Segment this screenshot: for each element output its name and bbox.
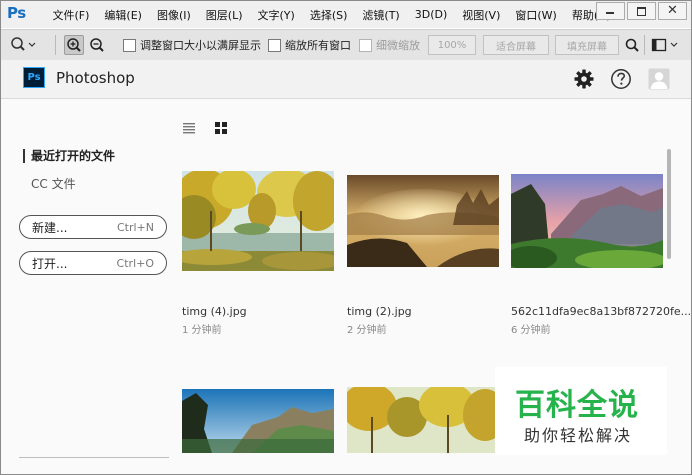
file-thumbnail[interactable] <box>182 389 334 453</box>
app-logo: Ps <box>7 4 26 22</box>
file-thumbnail[interactable] <box>347 387 499 453</box>
avatar-icon[interactable] <box>648 68 670 90</box>
menu-items: 文件(F) 编辑(E) 图像(I) 图层(L) 文字(Y) 选择(S) 滤镜(T… <box>45 1 618 28</box>
photoshop-badge-icon: Ps <box>23 67 45 88</box>
thumbnail-image <box>182 389 334 453</box>
file-time: 6 分钟前 <box>511 325 551 336</box>
open-button[interactable]: 打开... Ctrl+O <box>19 251 167 275</box>
menu-type[interactable]: 文字(Y) <box>250 7 302 23</box>
menu-edit[interactable]: 编辑(E) <box>97 7 150 23</box>
file-name[interactable]: timg (2).jpg <box>347 305 412 318</box>
open-button-label: 打开... <box>32 256 68 271</box>
menu-view[interactable]: 视图(V) <box>455 7 508 23</box>
thumbnail-image <box>511 174 663 268</box>
scrubby-zoom-label: 细微缩放 <box>376 39 420 52</box>
watermark-title: 百科全说 <box>515 388 639 423</box>
separator <box>55 35 56 55</box>
zoom-out-button[interactable] <box>87 35 107 55</box>
minimize-button[interactable] <box>596 2 625 20</box>
open-button-shortcut: Ctrl+O <box>116 256 154 270</box>
new-button-shortcut: Ctrl+N <box>116 220 154 234</box>
resize-windows-option[interactable]: 调整窗口大小以满屏显示 <box>123 30 261 60</box>
zoom-all-windows-label: 缩放所有窗口 <box>285 39 351 52</box>
resize-windows-label: 调整窗口大小以满屏显示 <box>140 39 261 52</box>
thumbnail-image <box>347 387 499 453</box>
workspace-switcher[interactable] <box>651 30 681 60</box>
menu-select[interactable]: 选择(S) <box>302 7 355 23</box>
window-controls: ✕ <box>594 2 687 20</box>
zoom-out-icon <box>90 38 104 52</box>
zoom-100-button[interactable]: 100% <box>428 35 476 55</box>
menu-bar: Ps 文件(F) 编辑(E) 图像(I) 图层(L) 文字(Y) 选择(S) 滤… <box>1 1 691 28</box>
zoom-in-button[interactable] <box>64 35 84 55</box>
watermark: 百科全说 助你轻松解决 <box>495 367 667 455</box>
separator <box>644 35 645 55</box>
file-thumbnail[interactable] <box>511 174 663 268</box>
file-time: 2 分钟前 <box>347 325 387 336</box>
menu-3d[interactable]: 3D(D) <box>407 8 455 21</box>
scrubby-zoom-checkbox[interactable] <box>359 38 372 52</box>
file-name[interactable]: timg (4).jpg <box>182 305 247 318</box>
file-thumbnail[interactable] <box>182 171 334 271</box>
resize-windows-checkbox[interactable] <box>123 38 136 52</box>
menu-window[interactable]: 窗口(W) <box>508 7 564 23</box>
file-thumbnail[interactable] <box>347 175 499 267</box>
menu-filter[interactable]: 滤镜(T) <box>355 7 407 23</box>
fit-screen-button[interactable]: 适合屏幕 <box>483 35 549 55</box>
recent-files-nav[interactable]: 最近打开的文件 <box>23 149 115 163</box>
new-button-label: 新建... <box>32 220 68 235</box>
photoshop-window: Ps 文件(F) 编辑(E) 图像(I) 图层(L) 文字(Y) 选择(S) 滤… <box>0 0 692 475</box>
new-button[interactable]: 新建... Ctrl+N <box>19 215 167 239</box>
list-view-icon[interactable] <box>182 121 196 135</box>
watermark-subtitle: 助你轻松解决 <box>524 426 633 445</box>
options-bar: 调整窗口大小以满屏显示 缩放所有窗口 细微缩放 100% 适合屏幕 填充屏幕 <box>1 29 691 61</box>
menu-image[interactable]: 图像(I) <box>149 7 198 23</box>
home-header: Ps Photoshop <box>1 60 691 99</box>
zoom-all-windows-checkbox[interactable] <box>268 38 281 52</box>
fill-screen-button[interactable]: 填充屏幕 <box>555 35 619 55</box>
menu-layer[interactable]: 图层(L) <box>198 7 250 23</box>
scrollbar[interactable] <box>667 149 671 259</box>
file-name[interactable]: 562c11dfa9ec8a13bf872720fe... <box>511 305 691 318</box>
search-button[interactable] <box>622 35 642 55</box>
menu-file[interactable]: 文件(F) <box>45 7 97 23</box>
maximize-button[interactable] <box>627 2 656 20</box>
search-icon <box>625 38 639 52</box>
gear-icon[interactable] <box>573 68 595 90</box>
thumbnail-image <box>182 171 334 271</box>
workspace-icon <box>651 38 678 52</box>
zoom-tool-icon <box>11 37 36 51</box>
left-panel: 最近打开的文件 CC 文件 新建... Ctrl+N 打开... Ctrl+O <box>1 99 181 474</box>
tool-preset-picker[interactable] <box>7 30 37 60</box>
grid-view-icon[interactable] <box>214 121 228 135</box>
zoom-in-icon <box>67 38 81 52</box>
file-time: 1 分钟前 <box>182 325 222 336</box>
thumbnail-image <box>347 175 499 267</box>
help-icon[interactable] <box>610 68 632 90</box>
scrubby-zoom-option[interactable]: 细微缩放 <box>359 30 420 60</box>
home-title: Photoshop <box>56 69 135 87</box>
close-button[interactable]: ✕ <box>658 2 687 20</box>
cc-files-nav[interactable]: CC 文件 <box>31 175 76 192</box>
zoom-all-windows-option[interactable]: 缩放所有窗口 <box>268 30 351 60</box>
divider <box>19 457 169 458</box>
